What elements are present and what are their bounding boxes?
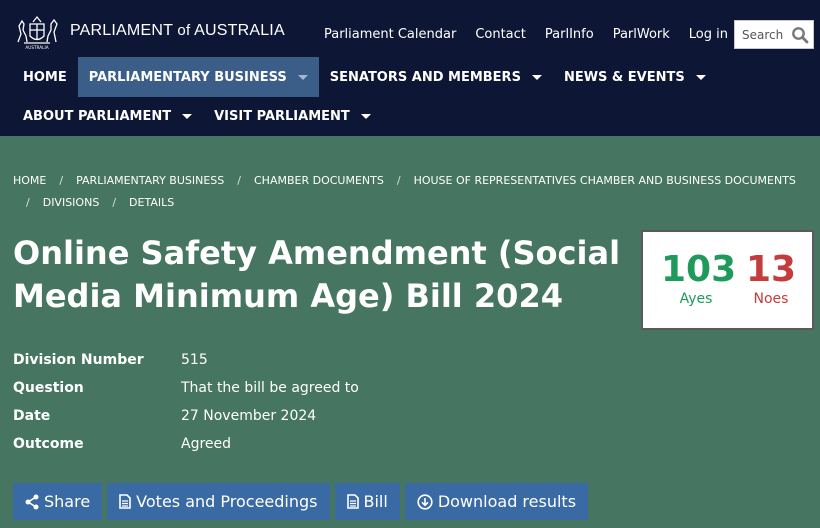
detail-value: 27 November 2024	[181, 408, 317, 424]
site-header: AUSTRALIA PARLIAMENT of AUSTRALIA Parlia…	[0, 0, 820, 136]
search-box	[734, 20, 814, 49]
bill-button-label: Bill	[363, 492, 388, 511]
site-name-of: of	[177, 22, 191, 39]
caret-down-icon	[297, 75, 308, 80]
main-nav-row: ABOUT PARLIAMENT VISIT PARLIAMENT	[12, 96, 382, 136]
breadcrumb-parliamentary-business[interactable]: PARLIAMENTARY BUSINESS	[76, 174, 224, 187]
download-icon	[417, 493, 433, 510]
log-in-link[interactable]: Log in	[689, 27, 728, 42]
detail-value: That the bill be agreed to	[181, 380, 359, 396]
breadcrumb: HOME / PARLIAMENTARY BUSINESS / CHAMBER DOCU…	[13, 170, 803, 214]
nav-label: HOME	[23, 69, 67, 85]
parliament-calendar-link[interactable]: Parliament Calendar	[324, 27, 456, 42]
breadcrumb-home[interactable]: HOME	[13, 174, 46, 187]
caret-down-icon	[360, 114, 371, 119]
search-input[interactable]	[735, 21, 789, 48]
nav-label: VISIT PARLIAMENT	[214, 108, 350, 124]
nav-news-and-events[interactable]: NEWS & EVENTS	[553, 57, 717, 97]
vote-result-box: 103 Ayes 13 Noes	[641, 230, 814, 330]
detail-label: Date	[13, 408, 51, 424]
detail-value: Agreed	[181, 436, 232, 452]
document-icon	[346, 494, 359, 509]
detail-label: Division Number	[13, 352, 144, 368]
nav-label: SENATORS AND MEMBERS	[329, 69, 521, 85]
nav-senators-and-members[interactable]: SENATORS AND MEMBERS	[319, 57, 553, 97]
ayes-label: Ayes	[679, 291, 713, 307]
breadcrumb-separator: /	[396, 174, 401, 187]
share-button-label: Share	[44, 492, 91, 511]
share-icon	[25, 494, 39, 509]
nav-about-parliament[interactable]: ABOUT PARLIAMENT	[12, 96, 203, 136]
download-results-label: Download results	[437, 492, 577, 511]
svg-text:AUSTRALIA: AUSTRALIA	[25, 45, 48, 50]
detail-label: Outcome	[13, 436, 84, 452]
breadcrumb-house-of-representatives-documents[interactable]: HOUSE OF REPRESENTATIVES CHAMBER AND BUS…	[414, 174, 796, 187]
breadcrumb-chamber-documents[interactable]: CHAMBER DOCUMENTS	[254, 174, 384, 187]
bill-button[interactable]: Bill	[334, 483, 400, 520]
votes-and-proceedings-label: Votes and Proceedings	[136, 492, 318, 511]
breadcrumb-separator: /	[59, 174, 64, 187]
caret-down-icon	[182, 114, 193, 119]
breadcrumb-details[interactable]: DETAILS	[129, 196, 174, 209]
main-nav-row: HOME PARLIAMENTARY BUSINESS SENATORS AND…	[12, 57, 717, 97]
nav-label: PARLIAMENTARY BUSINESS	[88, 69, 287, 85]
nav-home[interactable]: HOME	[12, 57, 78, 97]
document-icon	[119, 494, 131, 509]
site-name-suffix: AUSTRALIA	[194, 22, 285, 39]
contact-link[interactable]: Contact	[475, 27, 526, 42]
noes-count: 13	[745, 249, 797, 290]
page-title: Online Safety Amendment (Social Media Mi…	[13, 234, 621, 315]
share-button[interactable]: Share	[13, 483, 103, 520]
votes-and-proceedings-button[interactable]: Votes and Proceedings	[107, 483, 330, 520]
breadcrumb-separator: /	[26, 196, 30, 209]
nav-label: ABOUT PARLIAMENT	[23, 108, 172, 124]
parlinfo-link[interactable]: ParlInfo	[545, 27, 594, 42]
caret-down-icon	[531, 75, 542, 80]
coat-of-arms-icon: AUSTRALIA	[17, 15, 58, 50]
nav-visit-parliament[interactable]: VISIT PARLIAMENT	[203, 96, 382, 136]
download-results-button[interactable]: Download results	[404, 483, 589, 520]
detail-value: 515	[181, 352, 208, 368]
parlwork-link[interactable]: ParlWork	[613, 27, 670, 42]
site-name: PARLIAMENT of AUSTRALIA	[70, 22, 285, 40]
utility-nav: Parliament Calendar Contact ParlInfo Par…	[324, 27, 728, 42]
search-icon[interactable]	[791, 26, 809, 44]
breadcrumb-separator: /	[237, 174, 241, 187]
nav-parliamentary-business[interactable]: PARLIAMENTARY BUSINESS	[77, 57, 319, 97]
detail-label: Question	[13, 380, 84, 396]
breadcrumb-divisions[interactable]: DIVISIONS	[43, 196, 100, 209]
action-buttons: Share Votes and Proceedings Bill Downloa…	[13, 483, 589, 520]
noes-column: 13 Noes	[743, 232, 799, 308]
ayes-column: 103 Ayes	[661, 232, 737, 308]
nav-label: NEWS & EVENTS	[563, 69, 685, 85]
caret-down-icon	[695, 75, 706, 80]
breadcrumb-separator: /	[112, 196, 117, 209]
ayes-count: 103	[661, 249, 737, 290]
site-name-prefix: PARLIAMENT	[70, 22, 173, 39]
noes-label: Noes	[753, 291, 789, 307]
site-logo[interactable]: AUSTRALIA PARLIAMENT of AUSTRALIA	[12, 12, 285, 50]
